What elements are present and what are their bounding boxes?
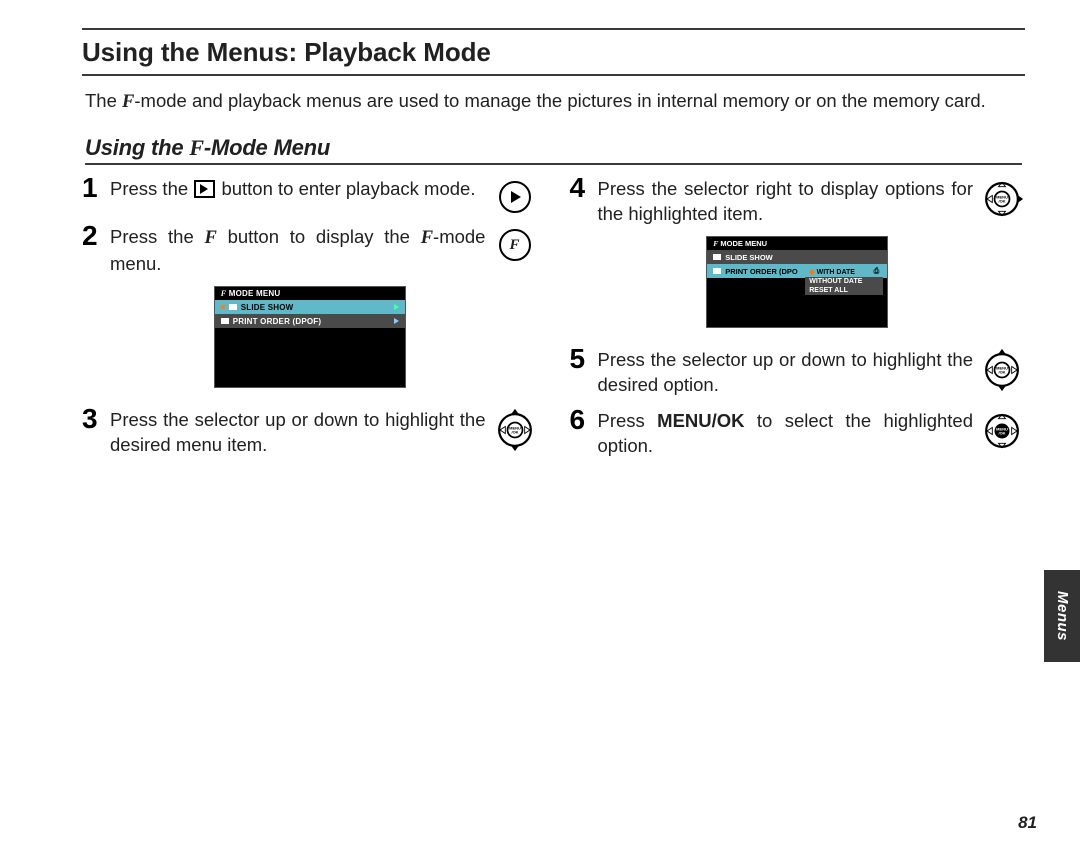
step-5: 5 Press the selector up or down to highl… [570, 346, 1026, 397]
svg-text:/OK: /OK [511, 430, 518, 435]
svg-text:/OK: /OK [998, 431, 1005, 436]
page-number: 81 [1018, 813, 1037, 833]
f-glyph-icon: F [421, 228, 433, 248]
lcd-submenu: ◆ WITH DATE ⎙ WITHOUT DATE RESET ALL [805, 267, 883, 295]
slide-icon [229, 304, 237, 310]
submenu-resetall: RESET ALL [805, 286, 883, 295]
f-ring-icon: F [499, 229, 531, 261]
step-illustration: F [492, 223, 538, 261]
f-glyph-icon: F [204, 228, 216, 248]
chevron-right-icon [394, 304, 399, 310]
step-3: 3 Press the selector up or down to highl… [82, 406, 538, 457]
step-number: 1 [82, 175, 110, 200]
step-illustration: MENU /OK [979, 407, 1025, 458]
slide-icon [713, 254, 721, 260]
step-text: Press the button to enter playback mode. [110, 175, 492, 201]
left-column: 1 Press the button to enter playback mod… [82, 175, 538, 468]
steps-list-right: 4 Press the selector right to display op… [570, 175, 1026, 458]
playback-icon [194, 180, 215, 198]
step-illustration [492, 175, 538, 213]
submenu-withdate: ◆ WITH DATE ⎙ [805, 267, 883, 277]
step-text: Press the selector up or down to highlig… [110, 406, 492, 457]
subsection-header: Using the F-Mode Menu [85, 135, 1022, 165]
lcd-row-slideshow: SLIDE SHOW [707, 250, 887, 264]
step-text: Press the F button to display the F-mode… [110, 223, 492, 276]
step-columns: 1 Press the button to enter playback mod… [82, 175, 1025, 468]
svg-text:/OK: /OK [998, 199, 1005, 204]
print-icon [713, 268, 721, 274]
lcd-title: F MODE MENU [707, 237, 887, 250]
step-text: Press MENU/OK to select the highlighted … [598, 407, 980, 458]
step-illustration: MENU /OK [979, 175, 1025, 226]
submenu-withoutdate: WITHOUT DATE [805, 277, 883, 286]
f-glyph-icon: F [189, 135, 203, 160]
intro-before: The [85, 90, 122, 111]
step-text: Press the selector up or down to highlig… [598, 346, 980, 397]
step-2: 2 Press the F button to display the F-mo… [82, 223, 538, 276]
lcd-screen: F MODE MENU SLIDE SHOW PRINT ORDER (DPOF… [214, 286, 406, 388]
lcd-screen: F MODE MENU SLIDE SHOW PRINT ORDER (DPO … [706, 236, 888, 328]
lcd-illustration-1: F MODE MENU SLIDE SHOW PRINT ORDER (DPOF… [82, 286, 538, 388]
step-number: 2 [82, 223, 110, 248]
selector-pad-icon: MENU /OK [980, 409, 1024, 453]
step-number: 5 [570, 346, 598, 371]
indicator-icon [221, 305, 225, 309]
lcd-title: F MODE MENU [215, 287, 405, 300]
step-number: 3 [82, 406, 110, 431]
svg-text:/OK: /OK [998, 370, 1005, 375]
lcd-illustration-2: F MODE MENU SLIDE SHOW PRINT ORDER (DPO … [570, 236, 1026, 328]
lcd-row-printorder: PRINT ORDER (DPOF) [215, 314, 405, 328]
right-column: 4 Press the selector right to display op… [570, 175, 1026, 468]
selector-pad-icon: MENU /OK [493, 408, 537, 452]
subheader-prefix: Using the [85, 135, 189, 160]
playback-ring-icon [499, 181, 531, 213]
step-number: 6 [570, 407, 598, 432]
menu-ok-label: MENU/OK [657, 410, 744, 431]
step-number: 4 [570, 175, 598, 200]
intro-after: -mode and playback menus are used to man… [134, 90, 985, 111]
selector-pad-icon: MENU /OK [980, 348, 1024, 392]
subheader-suffix: -Mode Menu [204, 135, 330, 160]
print-icon [221, 318, 229, 324]
step-6: 6 Press MENU/OK to select the highlighte… [570, 407, 1026, 458]
step-text: Press the selector right to display opti… [598, 175, 980, 226]
intro-paragraph: The F-mode and playback menus are used t… [85, 88, 1022, 115]
step-1: 1 Press the button to enter playback mod… [82, 175, 538, 213]
step-illustration: MENU /OK [979, 346, 1025, 397]
f-glyph-icon: F [122, 92, 134, 112]
section-title: Using the Menus: Playback Mode [82, 37, 491, 67]
lcd-row-slideshow: SLIDE SHOW [215, 300, 405, 314]
step-4: 4 Press the selector right to display op… [570, 175, 1026, 226]
steps-list-left: 1 Press the button to enter playback mod… [82, 175, 538, 457]
section-header: Using the Menus: Playback Mode [82, 28, 1025, 76]
side-tab-menus: Menus [1044, 570, 1080, 662]
step-illustration: MENU /OK [492, 406, 538, 457]
manual-page: Using the Menus: Playback Mode The F-mod… [0, 0, 1080, 853]
selector-pad-icon: MENU /OK [980, 177, 1024, 221]
chevron-right-icon [394, 318, 399, 324]
